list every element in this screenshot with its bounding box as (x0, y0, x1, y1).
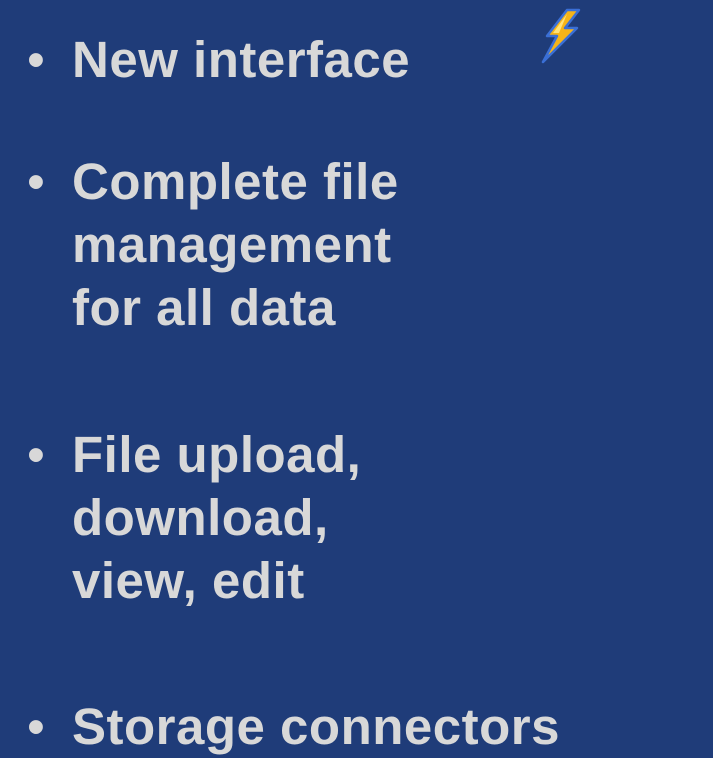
bullet-dot: • (27, 31, 46, 88)
bullet-line: Complete file (72, 153, 399, 210)
bullet-line: File upload, (72, 426, 362, 483)
bullet-line: for all data (72, 279, 336, 336)
bullet-line: New interface (72, 31, 411, 88)
bullet-text: File upload, download, view, edit (72, 423, 361, 612)
bullet-dot: • (27, 426, 46, 483)
bullet-line: Storage connectors (72, 698, 560, 755)
bullet-text: Storage connectors (72, 695, 560, 758)
bullet-text: New interface (72, 28, 410, 91)
bullet-line: download, (72, 489, 329, 546)
bullet-line: view, edit (72, 552, 305, 609)
slide: • New interface • Complete file manageme… (0, 0, 713, 757)
bullet-text: Complete file management for all data (72, 150, 399, 339)
lightning-bolt-shape (541, 8, 581, 64)
bullet-dot: • (27, 698, 46, 755)
bullet-dot: • (27, 153, 46, 210)
bullet-line: management (72, 216, 392, 273)
lightning-bolt-icon (541, 8, 581, 64)
